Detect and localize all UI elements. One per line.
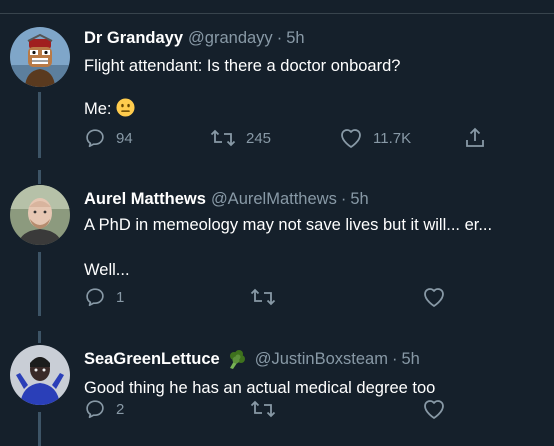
thread-line — [38, 170, 41, 184]
heart-icon — [422, 286, 446, 308]
avatar[interactable] — [10, 345, 70, 405]
tweet-header: Aurel Matthews @AurelMatthews · 5h — [84, 189, 546, 209]
like-button[interactable] — [422, 285, 446, 309]
thread-line — [38, 412, 41, 446]
share-icon — [464, 127, 486, 149]
tweet-text-line: A PhD in memeology may not save lives bu… — [84, 216, 493, 234]
tweet-text-segment: Me: — [84, 100, 112, 118]
timestamp[interactable]: 5h — [286, 28, 304, 48]
separator-dot: · — [391, 350, 398, 368]
tweet-content: Dr Grandayy @grandayy · 5h Flight attend… — [84, 28, 546, 120]
tweet-content: SeaGreenLettuce @JustinBoxsteam · 5h Goo… — [84, 348, 546, 399]
broccoli-emoji-icon — [225, 348, 247, 370]
timestamp[interactable]: 5h — [401, 349, 419, 369]
tweet-text-line — [84, 236, 546, 258]
reply-icon — [84, 398, 106, 420]
user-handle[interactable]: @AurelMatthews — [211, 189, 337, 209]
timestamp[interactable]: 5h — [350, 189, 368, 209]
display-name[interactable]: Aurel Matthews — [84, 189, 206, 209]
tweet-text-line: Flight attendant: Is there a doctor onbo… — [84, 57, 401, 75]
retweet-button[interactable]: 245 — [210, 126, 271, 150]
display-name[interactable]: SeaGreenLettuce — [84, 349, 220, 369]
reply-count: 2 — [116, 400, 125, 418]
reply-button[interactable]: 2 — [84, 397, 124, 421]
retweet-button[interactable] — [250, 397, 276, 421]
thread-line — [38, 331, 41, 343]
user-handle[interactable]: @JustinBoxsteam — [255, 349, 388, 369]
heart-icon — [339, 127, 363, 149]
tweet-text-line: Well... — [84, 261, 130, 279]
thread-line — [38, 92, 41, 158]
avatar[interactable] — [10, 27, 70, 87]
tweet-content: Aurel Matthews @AurelMatthews · 5h A PhD… — [84, 189, 546, 281]
divider — [0, 13, 554, 14]
reply-count: 94 — [116, 129, 133, 147]
like-count: 11.7K — [373, 129, 412, 147]
reply-button[interactable]: 94 — [84, 126, 133, 150]
tweet-text-line: Me: — [84, 98, 546, 120]
avatar[interactable] — [10, 185, 70, 245]
reply-button[interactable]: 1 — [84, 285, 124, 309]
thread-line — [38, 252, 41, 316]
tweet-thread: Dr Grandayy @grandayy · 5h Flight attend… — [0, 0, 554, 446]
reply-icon — [84, 286, 106, 308]
retweet-button[interactable] — [250, 285, 276, 309]
user-handle[interactable]: @grandayy — [188, 28, 273, 48]
share-button[interactable] — [464, 126, 486, 150]
reply-icon — [84, 127, 106, 149]
neutral-face-emoji-icon — [115, 98, 135, 117]
tweet-text-line: Good thing he has an actual medical degr… — [84, 379, 436, 397]
reply-count: 1 — [116, 288, 125, 306]
tweet-text: Good thing he has an actual medical degr… — [84, 377, 546, 399]
retweet-icon — [250, 286, 276, 308]
tweet-text: Flight attendant: Is there a doctor onbo… — [84, 55, 546, 120]
retweet-count: 245 — [246, 129, 272, 147]
tweet-text: A PhD in memeology may not save lives bu… — [84, 214, 546, 281]
separator-dot: · — [276, 29, 283, 47]
heart-icon — [422, 398, 446, 420]
like-button[interactable]: 11.7K — [339, 126, 411, 150]
separator-dot: · — [340, 190, 347, 208]
retweet-icon — [210, 127, 236, 149]
tweet-header: SeaGreenLettuce @JustinBoxsteam · 5h — [84, 348, 546, 370]
tweet-header: Dr Grandayy @grandayy · 5h — [84, 28, 546, 48]
like-button[interactable] — [422, 397, 446, 421]
tweet-text-line — [84, 77, 546, 99]
retweet-icon — [250, 398, 276, 420]
display-name[interactable]: Dr Grandayy — [84, 28, 183, 48]
